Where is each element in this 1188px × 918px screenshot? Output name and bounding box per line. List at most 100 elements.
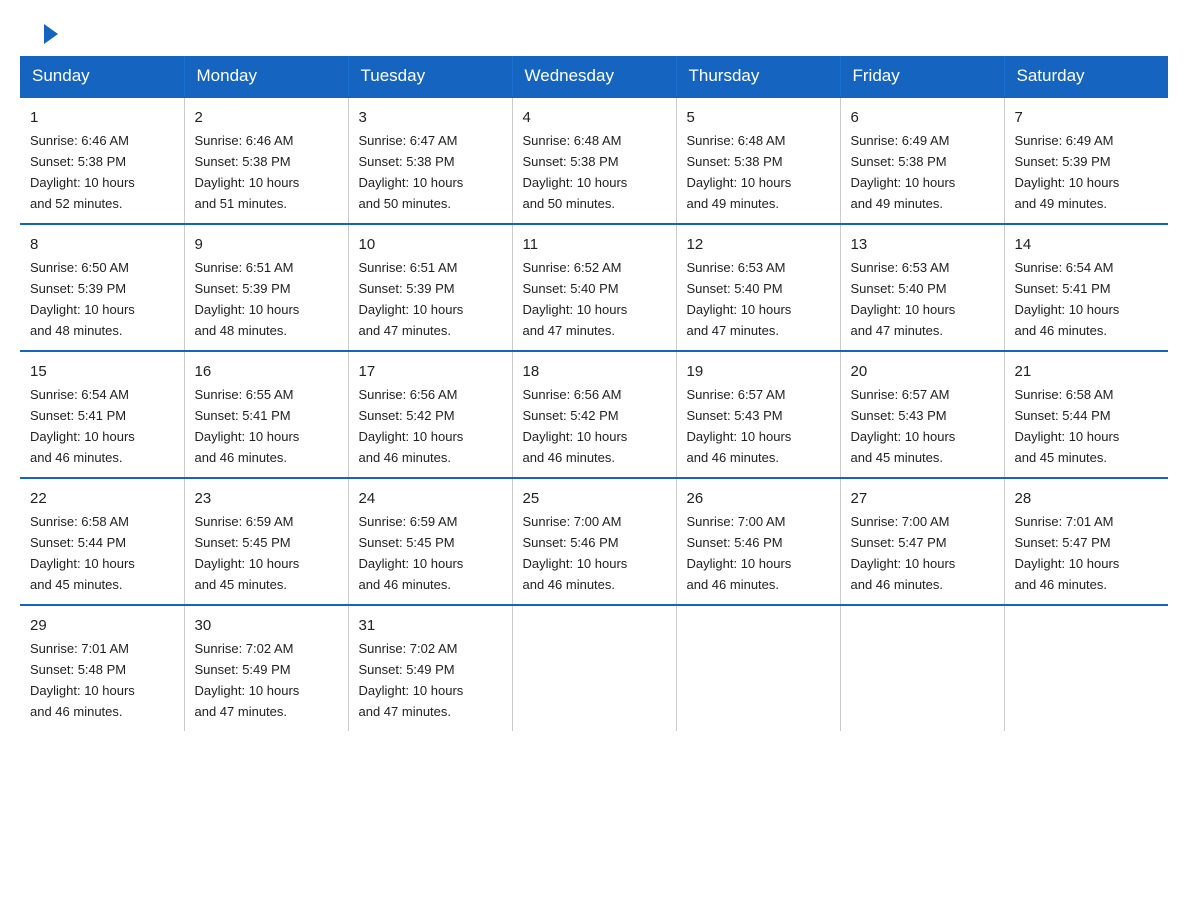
- day-info: Sunrise: 7:00 AMSunset: 5:47 PMDaylight:…: [851, 514, 956, 592]
- day-number: 14: [1015, 233, 1159, 256]
- page-header: [0, 0, 1188, 56]
- day-number: 23: [195, 487, 338, 510]
- day-number: 5: [687, 106, 830, 129]
- day-info: Sunrise: 6:48 AMSunset: 5:38 PMDaylight:…: [687, 133, 792, 211]
- week-row-4: 22Sunrise: 6:58 AMSunset: 5:44 PMDayligh…: [20, 478, 1168, 605]
- day-info: Sunrise: 7:02 AMSunset: 5:49 PMDaylight:…: [359, 641, 464, 719]
- day-info: Sunrise: 7:02 AMSunset: 5:49 PMDaylight:…: [195, 641, 300, 719]
- day-info: Sunrise: 6:55 AMSunset: 5:41 PMDaylight:…: [195, 387, 300, 465]
- week-row-2: 8 Sunrise: 6:50 AMSunset: 5:39 PMDaylight…: [20, 224, 1168, 351]
- day-info: Sunrise: 6:59 AMSunset: 5:45 PMDaylight:…: [359, 514, 464, 592]
- calendar-cell: 30 Sunrise: 7:02 AMSunset: 5:49 PMDayligh…: [184, 605, 348, 731]
- calendar-cell: [512, 605, 676, 731]
- calendar-cell: 10 Sunrise: 6:51 AMSunset: 5:39 PMDayligh…: [348, 224, 512, 351]
- calendar-cell: 25 Sunrise: 7:00 AMSunset: 5:46 PMDayligh…: [512, 478, 676, 605]
- day-info: Sunrise: 6:49 AMSunset: 5:38 PMDaylight:…: [851, 133, 956, 211]
- day-info: Sunrise: 6:54 AMSunset: 5:41 PMDaylight:…: [30, 387, 135, 465]
- calendar-body: 1 Sunrise: 6:46 AMSunset: 5:38 PMDaylight…: [20, 97, 1168, 731]
- day-number: 2: [195, 106, 338, 129]
- day-number: 16: [195, 360, 338, 383]
- calendar-cell: 14 Sunrise: 6:54 AMSunset: 5:41 PMDayligh…: [1004, 224, 1168, 351]
- day-number: 25: [523, 487, 666, 510]
- day-number: 1: [30, 106, 174, 129]
- day-number: 13: [851, 233, 994, 256]
- calendar-cell: 12 Sunrise: 6:53 AMSunset: 5:40 PMDayligh…: [676, 224, 840, 351]
- calendar-cell: 3Sunrise: 6:47 AMSunset: 5:38 PMDaylight…: [348, 97, 512, 224]
- calendar-cell: 1 Sunrise: 6:46 AMSunset: 5:38 PMDaylight…: [20, 97, 184, 224]
- day-number: 9: [195, 233, 338, 256]
- calendar-cell: 21 Sunrise: 6:58 AMSunset: 5:44 PMDayligh…: [1004, 351, 1168, 478]
- day-number: 12: [687, 233, 830, 256]
- day-info: Sunrise: 6:46 AMSunset: 5:38 PMDaylight:…: [30, 133, 135, 211]
- calendar-cell: 11 Sunrise: 6:52 AMSunset: 5:40 PMDayligh…: [512, 224, 676, 351]
- calendar-cell: 23 Sunrise: 6:59 AMSunset: 5:45 PMDayligh…: [184, 478, 348, 605]
- header-saturday: Saturday: [1004, 56, 1168, 97]
- day-number: 15: [30, 360, 174, 383]
- day-number: 30: [195, 614, 338, 637]
- calendar-cell: 31 Sunrise: 7:02 AMSunset: 5:49 PMDayligh…: [348, 605, 512, 731]
- day-number: 17: [359, 360, 502, 383]
- day-info: Sunrise: 6:51 AMSunset: 5:39 PMDaylight:…: [359, 260, 464, 338]
- calendar-cell: 22Sunrise: 6:58 AMSunset: 5:44 PMDayligh…: [20, 478, 184, 605]
- calendar-cell: 5 Sunrise: 6:48 AMSunset: 5:38 PMDaylight…: [676, 97, 840, 224]
- day-info: Sunrise: 6:50 AMSunset: 5:39 PMDaylight:…: [30, 260, 135, 338]
- day-number: 7: [1015, 106, 1159, 129]
- day-info: Sunrise: 6:52 AMSunset: 5:40 PMDaylight:…: [523, 260, 628, 338]
- day-number: 21: [1015, 360, 1159, 383]
- calendar-cell: 20Sunrise: 6:57 AMSunset: 5:43 PMDayligh…: [840, 351, 1004, 478]
- day-info: Sunrise: 6:58 AMSunset: 5:44 PMDaylight:…: [1015, 387, 1120, 465]
- calendar-cell: 15 Sunrise: 6:54 AMSunset: 5:41 PMDayligh…: [20, 351, 184, 478]
- day-number: 8: [30, 233, 174, 256]
- calendar-cell: 9Sunrise: 6:51 AMSunset: 5:39 PMDaylight…: [184, 224, 348, 351]
- calendar-cell: 4 Sunrise: 6:48 AMSunset: 5:38 PMDaylight…: [512, 97, 676, 224]
- logo-triangle-icon: [44, 24, 58, 44]
- calendar-cell: 19Sunrise: 6:57 AMSunset: 5:43 PMDayligh…: [676, 351, 840, 478]
- week-row-1: 1 Sunrise: 6:46 AMSunset: 5:38 PMDaylight…: [20, 97, 1168, 224]
- day-number: 11: [523, 233, 666, 256]
- day-info: Sunrise: 6:58 AMSunset: 5:44 PMDaylight:…: [30, 514, 135, 592]
- header-thursday: Thursday: [676, 56, 840, 97]
- day-number: 29: [30, 614, 174, 637]
- calendar-cell: 7 Sunrise: 6:49 AMSunset: 5:39 PMDaylight…: [1004, 97, 1168, 224]
- day-info: Sunrise: 6:59 AMSunset: 5:45 PMDaylight:…: [195, 514, 300, 592]
- day-number: 26: [687, 487, 830, 510]
- day-info: Sunrise: 7:01 AMSunset: 5:48 PMDaylight:…: [30, 641, 135, 719]
- day-info: Sunrise: 6:57 AMSunset: 5:43 PMDaylight:…: [687, 387, 792, 465]
- calendar-cell: 24 Sunrise: 6:59 AMSunset: 5:45 PMDayligh…: [348, 478, 512, 605]
- calendar-cell: [1004, 605, 1168, 731]
- calendar-cell: 29 Sunrise: 7:01 AMSunset: 5:48 PMDayligh…: [20, 605, 184, 731]
- day-info: Sunrise: 6:56 AMSunset: 5:42 PMDaylight:…: [359, 387, 464, 465]
- week-row-3: 15 Sunrise: 6:54 AMSunset: 5:41 PMDayligh…: [20, 351, 1168, 478]
- day-info: Sunrise: 6:46 AMSunset: 5:38 PMDaylight:…: [195, 133, 300, 211]
- calendar-cell: 6Sunrise: 6:49 AMSunset: 5:38 PMDaylight…: [840, 97, 1004, 224]
- calendar-cell: 18Sunrise: 6:56 AMSunset: 5:42 PMDayligh…: [512, 351, 676, 478]
- calendar-cell: 8 Sunrise: 6:50 AMSunset: 5:39 PMDaylight…: [20, 224, 184, 351]
- day-number: 4: [523, 106, 666, 129]
- day-info: Sunrise: 7:01 AMSunset: 5:47 PMDaylight:…: [1015, 514, 1120, 592]
- calendar-cell: 28Sunrise: 7:01 AMSunset: 5:47 PMDayligh…: [1004, 478, 1168, 605]
- header-tuesday: Tuesday: [348, 56, 512, 97]
- day-info: Sunrise: 7:00 AMSunset: 5:46 PMDaylight:…: [523, 514, 628, 592]
- calendar-cell: 27 Sunrise: 7:00 AMSunset: 5:47 PMDayligh…: [840, 478, 1004, 605]
- header-sunday: Sunday: [20, 56, 184, 97]
- day-number: 31: [359, 614, 502, 637]
- week-row-5: 29 Sunrise: 7:01 AMSunset: 5:48 PMDayligh…: [20, 605, 1168, 731]
- day-info: Sunrise: 6:54 AMSunset: 5:41 PMDaylight:…: [1015, 260, 1120, 338]
- day-info: Sunrise: 6:48 AMSunset: 5:38 PMDaylight:…: [523, 133, 628, 211]
- day-info: Sunrise: 6:53 AMSunset: 5:40 PMDaylight:…: [687, 260, 792, 338]
- logo: [40, 24, 58, 40]
- header-friday: Friday: [840, 56, 1004, 97]
- day-number: 10: [359, 233, 502, 256]
- calendar-cell: [840, 605, 1004, 731]
- calendar-cell: 13Sunrise: 6:53 AMSunset: 5:40 PMDayligh…: [840, 224, 1004, 351]
- header-monday: Monday: [184, 56, 348, 97]
- calendar-cell: [676, 605, 840, 731]
- day-number: 24: [359, 487, 502, 510]
- calendar-cell: 2 Sunrise: 6:46 AMSunset: 5:38 PMDaylight…: [184, 97, 348, 224]
- calendar-cell: 17 Sunrise: 6:56 AMSunset: 5:42 PMDayligh…: [348, 351, 512, 478]
- calendar-header: SundayMondayTuesdayWednesdayThursdayFrid…: [20, 56, 1168, 97]
- day-info: Sunrise: 6:49 AMSunset: 5:39 PMDaylight:…: [1015, 133, 1120, 211]
- calendar-cell: 16 Sunrise: 6:55 AMSunset: 5:41 PMDayligh…: [184, 351, 348, 478]
- day-number: 27: [851, 487, 994, 510]
- day-number: 20: [851, 360, 994, 383]
